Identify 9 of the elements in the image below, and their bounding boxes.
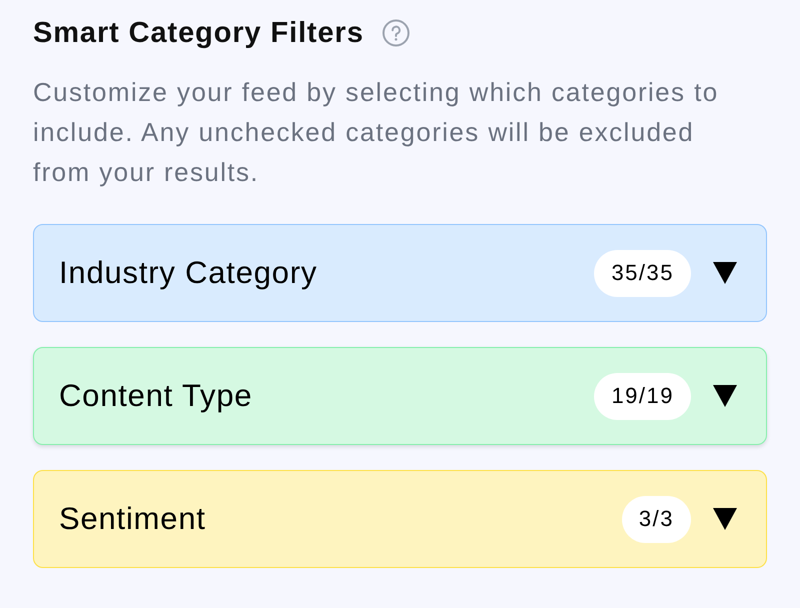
category-accordion-header[interactable]: Industry Category 35/35 xyxy=(33,224,767,322)
description-text: Customize your feed by selecting which categories to include. Any unchecked categories will be excluded from your results. xyxy=(33,76,720,189)
category-accordion-header[interactable]: Content Type 19/19 xyxy=(33,347,767,445)
category-accordion-header[interactable]: Sentiment 3/3 xyxy=(33,470,767,568)
section-title: Smart Category Filters xyxy=(33,16,364,50)
count-badge: 3/3 xyxy=(622,496,691,542)
count-badge: 19/19 xyxy=(594,372,691,420)
count-badge: 35/35 xyxy=(594,250,691,296)
help-icon[interactable] xyxy=(382,19,410,47)
